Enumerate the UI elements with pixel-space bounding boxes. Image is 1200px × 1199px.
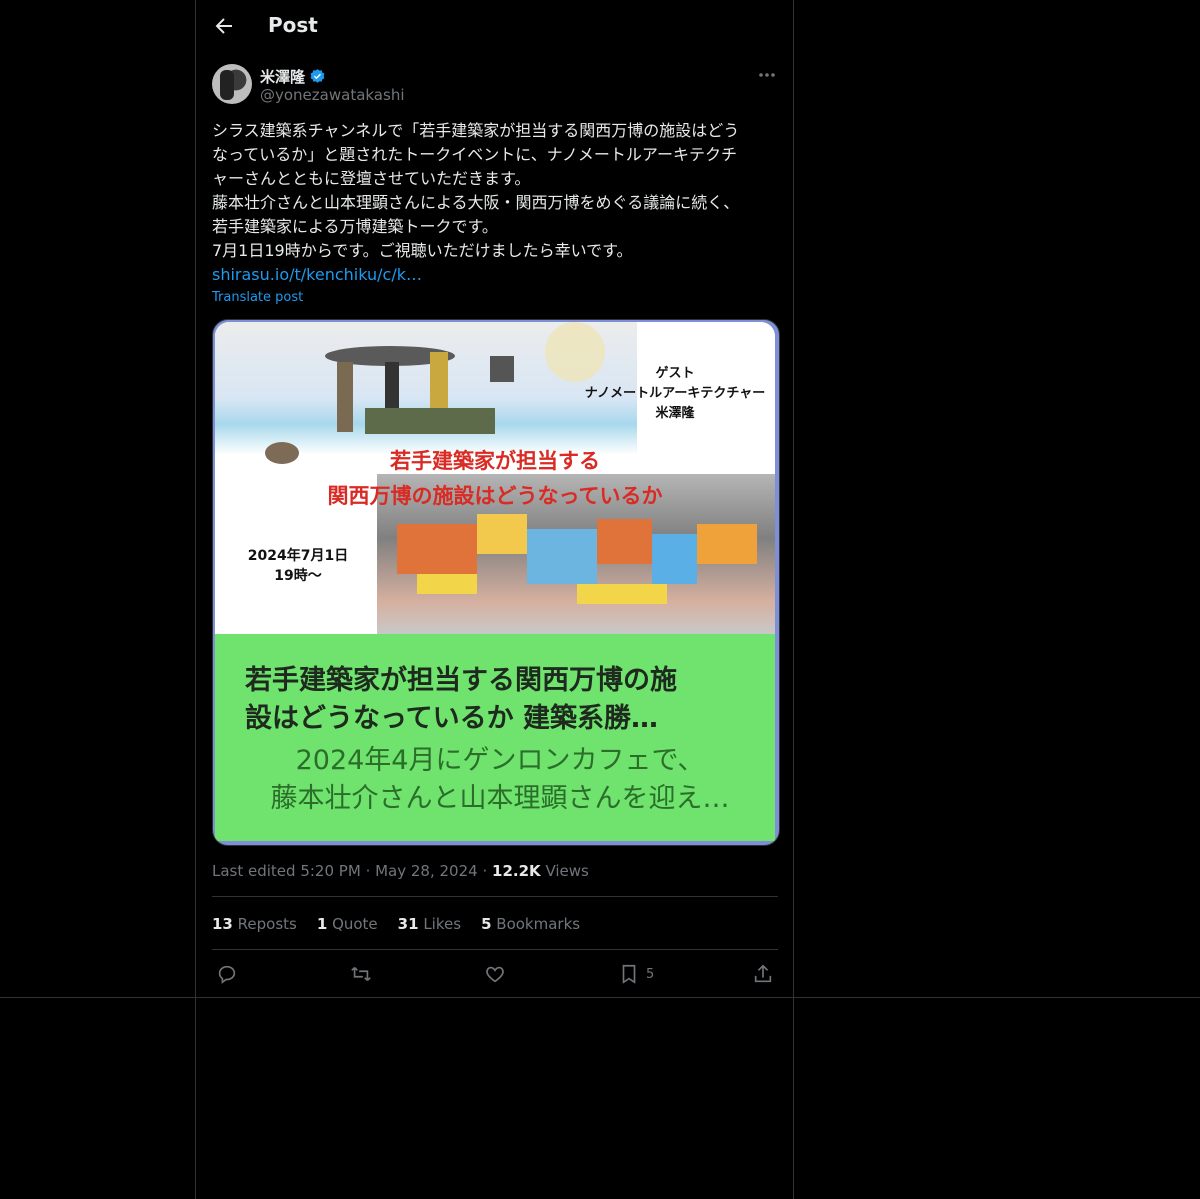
- author-name[interactable]: 米澤隆: [260, 66, 305, 87]
- post-line: 藤本壮介さんと山本理顕さんによる大阪・関西万博をめぐる議論に続く、: [212, 193, 740, 212]
- card-date-line: 19時〜: [274, 568, 322, 584]
- likes-stat[interactable]: 31 Likes: [398, 915, 461, 933]
- page-title: Post: [268, 13, 318, 37]
- likes-label: Likes: [423, 915, 462, 933]
- card-image: ゲスト ナノメートルアーキテクチャー 米澤隆 若手建築家が担当する 関西万博の施…: [215, 322, 775, 634]
- post-line: シラス建築系チャンネルで「若手建築家が担当する関西万博の施設はどう: [212, 121, 740, 140]
- post-meta: Last edited 5:20 PM · May 28, 2024 · 12.…: [212, 862, 589, 880]
- card-title-line: 若手建築家が担当する関西万博の施: [245, 665, 677, 696]
- avatar[interactable]: [212, 64, 252, 104]
- more-button[interactable]: [752, 66, 782, 84]
- bookmarks-stat[interactable]: 5 Bookmarks: [481, 915, 580, 933]
- quote-label: Quote: [332, 915, 378, 933]
- author-handle[interactable]: @yonezawatakashi: [260, 86, 405, 104]
- edited-time[interactable]: Last edited 5:20 PM: [212, 862, 361, 880]
- quote-count: 1: [316, 915, 328, 933]
- card-red-line: 若手建築家が担当する: [390, 449, 600, 473]
- main-column: Post 米澤隆 @yonezawatakashi シラス建築系チャンネルで「若…: [195, 0, 794, 1199]
- card-red-title: 若手建築家が担当する 関西万博の施設はどうなっているか: [215, 444, 775, 514]
- card-caption: 若手建築家が担当する関西万博の施 設はどうなっているか 建築系勝… 2024年4…: [215, 634, 775, 841]
- card-title: 若手建築家が担当する関西万博の施 設はどうなっているか 建築系勝…: [245, 662, 755, 738]
- more-icon: [759, 73, 775, 77]
- card-guest-line: ナノメートルアーキテクチャー: [584, 386, 766, 401]
- bookmark-icon: [622, 964, 636, 984]
- card-date: 2024年7月1日 19時〜: [233, 546, 363, 586]
- card-guest-line: ゲスト: [655, 366, 695, 381]
- back-button[interactable]: [212, 14, 236, 38]
- views-count: 12.2K: [492, 862, 541, 880]
- share-button[interactable]: [752, 963, 774, 985]
- card-description: 2024年4月にゲンロンカフェで、 藤本壮介さんと山本理顕さんを迎え…: [245, 742, 755, 818]
- quote-stat[interactable]: 1 Quote: [317, 915, 378, 933]
- reposts-stat[interactable]: 13 Reposts: [212, 915, 297, 933]
- post-line: 若手建築家による万博建築トークです。: [212, 217, 498, 236]
- link-card[interactable]: ゲスト ナノメートルアーキテクチャー 米澤隆 若手建築家が担当する 関西万博の施…: [212, 319, 780, 846]
- card-title-line: 設はどうなっているか 建築系勝…: [245, 703, 659, 734]
- bookmarks-label: Bookmarks: [496, 915, 581, 933]
- verified-badge-icon: [310, 69, 325, 83]
- post-text: シラス建築系チャンネルで「若手建築家が担当する関西万博の施設はどう なっているか…: [212, 119, 778, 287]
- repost-button[interactable]: [350, 963, 372, 985]
- post-date[interactable]: May 28, 2024: [375, 862, 478, 880]
- post-stats: 13 Reposts 1 Quote 31 Likes 5 Bookmarks: [212, 915, 580, 933]
- share-icon: [754, 964, 772, 983]
- views-label: Views: [545, 862, 589, 880]
- divider: [212, 949, 778, 950]
- card-desc-line: 2024年4月にゲンロンカフェで、: [295, 745, 705, 776]
- like-icon: [486, 966, 504, 983]
- like-button[interactable]: [484, 963, 506, 985]
- post-line: ャーさんとともに登壇させていただきます。: [212, 169, 531, 188]
- translate-post-link[interactable]: Translate post: [212, 290, 303, 305]
- back-arrow-icon: [215, 18, 232, 34]
- card-red-line: 関西万博の施設はどうなっているか: [327, 484, 663, 508]
- reposts-label: Reposts: [237, 915, 297, 933]
- header: Post: [196, 0, 793, 53]
- reply-button[interactable]: [216, 963, 238, 985]
- post-line: なっているか」と題されたトークイベントに、ナノメートルアーキテクチ: [212, 145, 737, 164]
- card-guest-text: ゲスト ナノメートルアーキテクチャー 米澤隆: [575, 364, 775, 424]
- likes-count: 31: [397, 915, 419, 933]
- bookmark-count: 5: [646, 966, 655, 982]
- post-line: 7月1日19時からです。ご視聴いただけましたら幸いです。: [212, 241, 633, 260]
- post-link[interactable]: shirasu.io/t/kenchiku/c/k…: [212, 265, 422, 284]
- bookmark-button[interactable]: 5: [618, 963, 654, 985]
- reply-icon: [218, 965, 236, 984]
- card-desc-line: 藤本壮介さんと山本理顕さんを迎え…: [270, 783, 730, 814]
- repost-icon: [351, 966, 371, 982]
- author-name-row[interactable]: 米澤隆: [260, 66, 326, 87]
- bookmarks-count: 5: [481, 915, 492, 933]
- card-date-line: 2024年7月1日: [247, 548, 349, 564]
- card-guest-line: 米澤隆: [655, 406, 695, 421]
- reposts-count: 13: [212, 915, 233, 933]
- divider: [212, 896, 778, 897]
